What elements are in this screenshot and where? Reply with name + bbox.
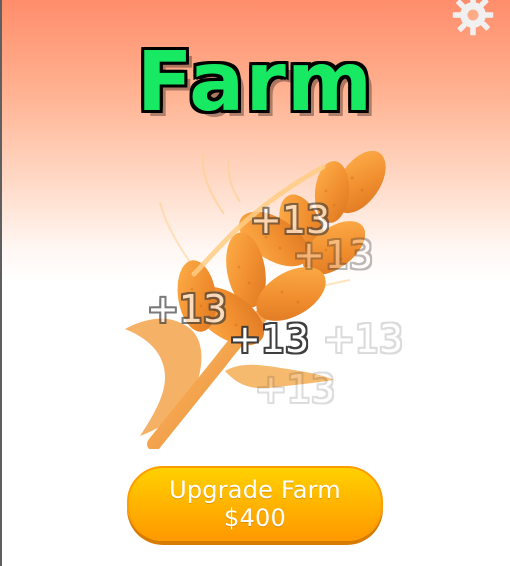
floating-gain-text: +13 — [293, 233, 374, 277]
floating-gain-text: +13 — [229, 317, 310, 361]
upgrade-farm-button[interactable]: Upgrade Farm $400 — [127, 466, 383, 541]
upgrade-button-label: Upgrade Farm — [169, 475, 341, 504]
floating-gain-text: +13 — [255, 367, 336, 411]
upgrade-price: $400 — [224, 503, 286, 532]
page-title: Farm — [136, 35, 374, 130]
gear-icon — [452, 0, 494, 36]
floating-gain-text: +13 — [323, 317, 404, 361]
settings-button[interactable] — [448, 0, 498, 40]
floating-gain-text: +13 — [147, 287, 228, 331]
